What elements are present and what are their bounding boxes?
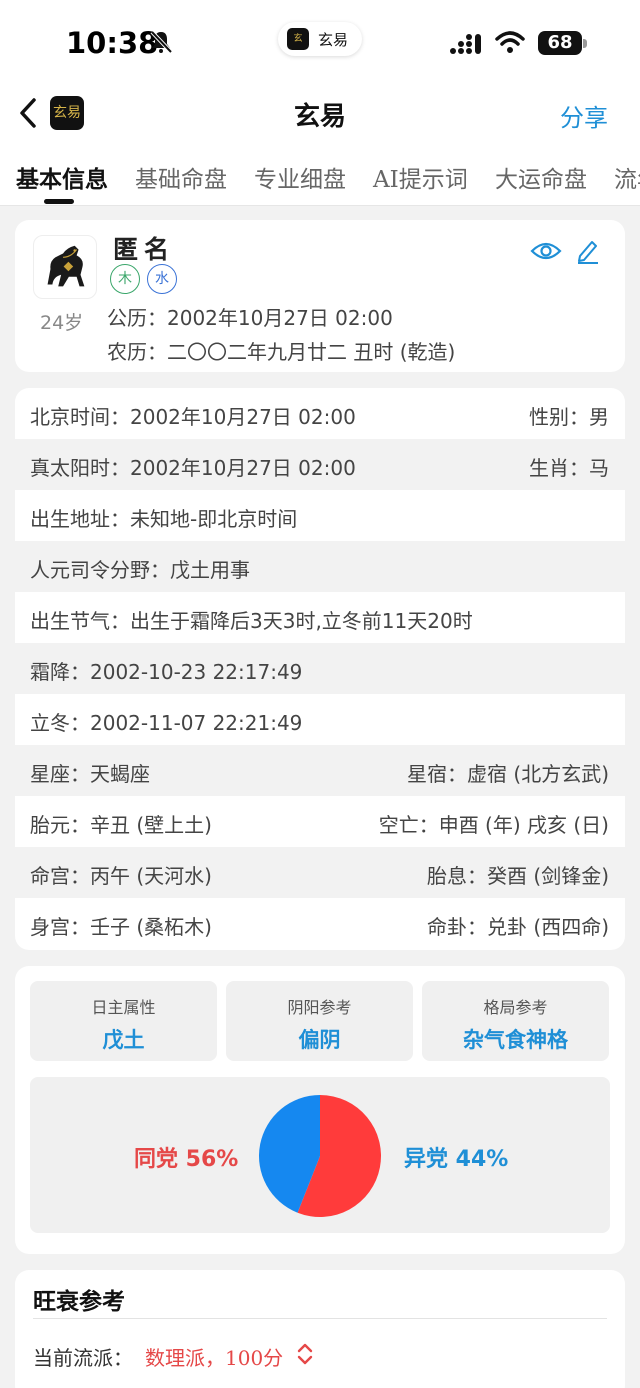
edit-icon[interactable] (575, 238, 601, 264)
attr-key: 格局参考 (483, 998, 548, 1017)
tab-basic-info[interactable]: 基本信息 (16, 160, 108, 194)
nav-bar: 玄易 玄易 分享 (0, 84, 640, 144)
info-row: 出生节气：出生于霜降后3天3时,立冬前11天20时 (15, 592, 625, 643)
strength-reference-card: 旺衰参考 当前流派： 数理派，100分 (15, 1270, 625, 1388)
info-row: 胎元：辛丑 (壁上土) 空亡：申酉 (年) 戌亥 (日) (15, 796, 625, 847)
info-row-left: 出生节气：出生于霜降后3天3时,立冬前11天20时 (30, 609, 473, 633)
tab-major-cycle[interactable]: 大运命盘 (495, 160, 587, 194)
wifi-icon (495, 31, 525, 53)
info-row-left: 人元司令分野：戊土用事 (30, 558, 250, 582)
solar-date: 公历：2002年10月27日 02:00 (107, 306, 393, 330)
diff-party-label: 异党 44% (404, 1147, 509, 1172)
attr-value: 戊土 (102, 1028, 145, 1052)
divider (33, 1318, 607, 1319)
status-bar: 10:38 玄 玄易 68 (0, 0, 640, 84)
tab-ai-prompt[interactable]: AI提示词 (373, 160, 468, 194)
info-row: 身宫：壬子 (桑柘木) 命卦：兑卦 (西四命) (15, 898, 625, 949)
info-row-right: 星宿：虚宿 (北方玄武) (407, 762, 609, 786)
party-pie-panel: 同党 56% 异党 44% (30, 1077, 610, 1233)
info-row-left: 北京时间：2002年10月27日 02:00 (30, 405, 356, 429)
attr-yin-yang: 阴阳参考 偏阴 (226, 981, 413, 1061)
info-row-left: 出生地址：未知地-即北京时间 (30, 507, 298, 531)
day-master-card: 日主属性 戊土 阴阳参考 偏阴 格局参考 杂气食神格 同党 56% 异党 44% (15, 966, 625, 1254)
info-row-left: 真太阳时：2002年10月27日 02:00 (30, 456, 356, 480)
info-row-left: 霜降：2002-10-23 22:17:49 (30, 660, 303, 684)
info-row: 真太阳时：2002年10月27日 02:00 生肖：马 (15, 439, 625, 490)
info-row: 命宫：丙午 (天河水) 胎息：癸酉 (剑锋金) (15, 847, 625, 898)
element-badge-wood: 木 (110, 264, 140, 294)
share-button[interactable]: 分享 (560, 98, 608, 133)
attr-key: 日主属性 (91, 998, 156, 1017)
info-row: 霜降：2002-10-23 22:17:49 (15, 643, 625, 694)
lunar-date: 农历：二〇〇二年九月廿二 丑时 (乾造) (107, 340, 456, 364)
info-row: 出生地址：未知地-即北京时间 (15, 490, 625, 541)
tab-annual[interactable]: 流年 (614, 160, 640, 194)
horse-zodiac-avatar (33, 235, 97, 299)
chevron-up-down-icon[interactable] (295, 1342, 315, 1366)
bell-muted-icon (150, 30, 172, 54)
attr-day-master: 日主属性 戊土 (30, 981, 217, 1061)
active-tab-indicator (44, 199, 74, 204)
battery-tip (583, 39, 587, 48)
island-app-name: 玄易 (318, 31, 349, 49)
attr-key: 阴阳参考 (287, 998, 352, 1017)
school-label: 当前流派： (33, 1346, 133, 1370)
eye-icon[interactable] (530, 238, 562, 264)
school-selector[interactable]: 数理派，100分 (145, 1342, 283, 1371)
attr-value: 偏阴 (298, 1028, 341, 1052)
info-row: 人元司令分野：戊土用事 (15, 541, 625, 592)
person-name: 匿名 (113, 235, 176, 264)
info-row-right: 命卦：兑卦 (西四命) (427, 915, 609, 939)
birth-info-table: 北京时间：2002年10月27日 02:00 性别：男 真太阳时：2002年10月… (15, 388, 625, 950)
island-app-logo-icon: 玄 (287, 28, 309, 50)
info-row-right: 性别：男 (529, 405, 609, 429)
same-party-label: 同党 56% (134, 1147, 239, 1172)
info-row-left: 胎元：辛丑 (壁上土) (30, 813, 212, 837)
info-row-left: 命宫：丙午 (天河水) (30, 864, 212, 888)
tab-basic-chart[interactable]: 基础命盘 (135, 160, 227, 194)
info-row: 立冬：2002-11-07 22:21:49 (15, 694, 625, 745)
party-pie-chart (259, 1095, 382, 1217)
status-time: 10:38 (66, 26, 159, 60)
attr-pattern: 格局参考 杂气食神格 (422, 981, 609, 1061)
section-title: 旺衰参考 (33, 1288, 125, 1315)
age-label: 24岁 (40, 312, 84, 334)
info-row-left: 身宫：壬子 (桑柘木) (30, 915, 212, 939)
page-title: 玄易 (293, 102, 346, 132)
tab-professional-chart[interactable]: 专业细盘 (254, 160, 346, 194)
info-row-right: 空亡：申酉 (年) 戌亥 (日) (378, 813, 609, 837)
info-row: 星座：天蝎座 星宿：虚宿 (北方玄武) (15, 745, 625, 796)
battery-indicator: 68 (538, 31, 582, 55)
info-row-left: 立冬：2002-11-07 22:21:49 (30, 711, 303, 735)
info-row: 北京时间：2002年10月27日 02:00 性别：男 (15, 388, 625, 439)
info-row-right: 生肖：马 (529, 456, 609, 480)
info-row-left: 星座：天蝎座 (30, 762, 150, 786)
info-row-right: 胎息：癸酉 (剑锋金) (427, 864, 609, 888)
element-badge-water: 水 (147, 264, 177, 294)
cellular-signal-icon (450, 34, 481, 54)
attr-value: 杂气食神格 (463, 1028, 568, 1052)
profile-card: 24岁 匿名 木 水 公历：2002年10月27日 02:00 农历：二〇〇二年… (15, 220, 625, 372)
dynamic-island-app[interactable]: 玄 玄易 (278, 22, 362, 56)
tab-bar: 基本信息 基础命盘 专业细盘 AI提示词 大运命盘 流年 (0, 144, 640, 206)
